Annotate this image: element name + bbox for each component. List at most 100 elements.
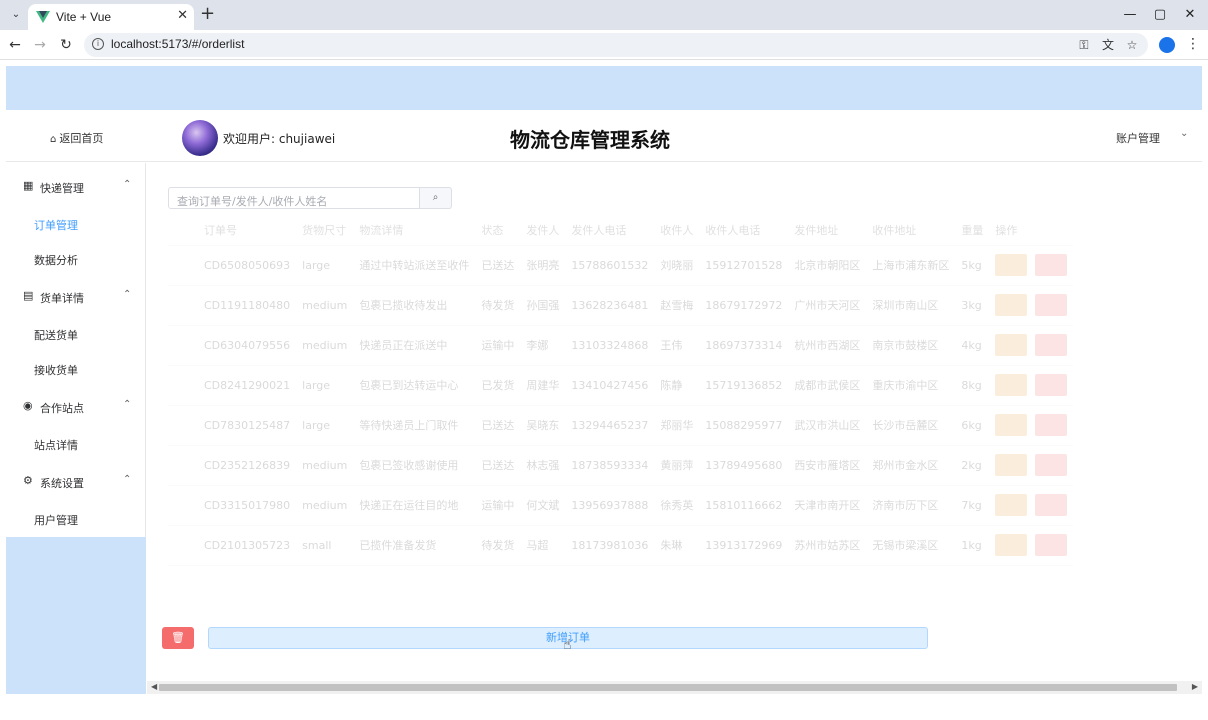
profile-avatar-icon[interactable]	[1159, 37, 1175, 53]
browser-menu-icon[interactable]: ⋮	[1186, 36, 1200, 52]
column-header[interactable]: 收件人	[654, 215, 700, 246]
sidebar: ▦ 快递管理 ⌃ 订单管理 数据分析 ▤ 货单详情 ⌃ 配送货单 接收货单 ◉ …	[6, 163, 146, 694]
scroll-right-icon[interactable]: ▶	[1192, 682, 1198, 691]
edit-button[interactable]	[995, 334, 1028, 356]
delete-button[interactable]	[1035, 414, 1068, 436]
column-header[interactable]: 发件人	[520, 215, 566, 246]
column-header[interactable]: 订单号	[198, 215, 297, 246]
delete-button[interactable]	[1035, 294, 1068, 316]
column-header[interactable]: 发件人电话	[565, 215, 655, 246]
scroll-left-icon[interactable]: ◀	[151, 682, 157, 691]
sidebar-item-analytics[interactable]: 数据分析	[34, 252, 78, 268]
table-row[interactable]: CD1191180480 medium 包裹已揽收待发出 待发货 孙国强 13628236…	[168, 285, 1074, 326]
site-info-icon[interactable]: i	[92, 38, 104, 50]
horizontal-scrollbar[interactable]: ◀ ▶	[147, 681, 1202, 694]
sidebar-item-orders[interactable]: 订单管理	[34, 217, 78, 233]
row-checkbox[interactable]	[168, 285, 198, 326]
table-cell: 周建华	[520, 365, 566, 406]
edit-button[interactable]	[995, 414, 1028, 436]
maximize-button[interactable]: ▢	[1150, 5, 1170, 25]
orders-table: 订单号 货物尺寸 物流详情 状态 发件人 发件人电话 收件人 收件人电话 发件地…	[168, 215, 1202, 611]
home-link[interactable]: ⌂ 返回首页	[50, 130, 103, 146]
delete-button[interactable]	[1035, 454, 1068, 476]
row-checkbox[interactable]	[168, 405, 198, 446]
chevron-up-icon: ⌃	[123, 179, 132, 190]
row-actions	[989, 405, 1074, 446]
sidebar-group-express[interactable]: ▦ 快递管理 ⌃	[6, 169, 146, 205]
table-cell: 15719136852	[699, 365, 789, 406]
url-bar[interactable]: i localhost:5173/#/orderlist ⚿ 文 ☆	[84, 33, 1148, 57]
row-checkbox[interactable]	[168, 245, 198, 286]
tab-close-icon[interactable]: ✕	[177, 8, 188, 23]
avatar[interactable]	[182, 120, 218, 156]
row-checkbox[interactable]	[168, 325, 198, 366]
edit-button[interactable]	[995, 494, 1028, 516]
delete-button[interactable]	[1035, 254, 1068, 276]
bookmark-star-icon[interactable]: ☆	[1124, 37, 1140, 53]
search-button[interactable]: ⌕	[420, 187, 452, 209]
table-cell: 3kg	[955, 285, 990, 326]
table-row[interactable]: CD7830125487 large 等待快递员上门取件 已送达 吴晓东 13294465…	[168, 405, 1074, 446]
browser-tab[interactable]: Vite + Vue ✕	[28, 4, 194, 30]
sidebar-item-users[interactable]: 用户管理	[34, 512, 78, 528]
table-row[interactable]: CD6304079556 medium 快递员正在派送中 运输中 李娜 131033248…	[168, 325, 1074, 366]
translate-icon[interactable]: 文	[1100, 37, 1116, 53]
account-menu[interactable]: 账户管理	[1116, 130, 1160, 146]
delete-button[interactable]	[1035, 494, 1068, 516]
chevron-up-icon: ⌃	[123, 474, 132, 485]
table-cell: medium	[296, 485, 354, 526]
row-checkbox[interactable]	[168, 485, 198, 526]
search-input[interactable]: 查询订单号/发件人/收件人姓名	[168, 187, 420, 209]
table-row[interactable]: CD8241290021 large 包裹已到达转运中心 已发货 周建华 13410427…	[168, 365, 1074, 406]
app-header: ⌂ 返回首页 欢迎用户: chujiawei 物流仓库管理系统 账户管理 ⌄	[6, 110, 1202, 162]
main-content: 查询订单号/发件人/收件人姓名 ⌕ 订单号 货物尺寸 物流详情 状态 发件人 发…	[147, 163, 1202, 694]
edit-button[interactable]	[995, 374, 1028, 396]
column-header[interactable]: 货物尺寸	[296, 215, 354, 246]
delete-button[interactable]	[1035, 374, 1068, 396]
table-cell: 15088295977	[699, 405, 789, 446]
sidebar-group-stations[interactable]: ◉ 合作站点 ⌃	[6, 389, 146, 425]
table-row[interactable]: CD2352126839 medium 包裹已签收感谢使用 已送达 林志强 1873859…	[168, 445, 1074, 486]
column-header[interactable]: 重量	[955, 215, 990, 246]
reload-icon[interactable]: ↻	[57, 36, 75, 54]
table-row[interactable]: CD2101305723 small 已揽件准备发货 待发货 马超 18173981036…	[168, 525, 1074, 566]
close-window-button[interactable]: ✕	[1180, 5, 1200, 25]
column-header[interactable]: 收件地址	[866, 215, 956, 246]
chevron-down-icon[interactable]: ⌄	[1180, 128, 1188, 139]
url-text[interactable]: localhost:5173/#/orderlist	[111, 37, 244, 51]
edit-button[interactable]	[995, 254, 1028, 276]
delete-button[interactable]	[1035, 334, 1068, 356]
column-header[interactable]: 发件地址	[788, 215, 867, 246]
batch-delete-button[interactable]: 🗑	[162, 627, 194, 649]
new-tab-button[interactable]: +	[200, 4, 215, 24]
edit-button[interactable]	[995, 294, 1028, 316]
tab-search-icon[interactable]: ⌄	[8, 7, 24, 23]
table-row[interactable]: CD3315017980 medium 快递正在运往目的地 运输中 何文斌 1395693…	[168, 485, 1074, 526]
sidebar-group-settings[interactable]: ⚙ 系统设置 ⌃	[6, 464, 146, 500]
column-header[interactable]: 状态	[475, 215, 521, 246]
table-cell: 徐秀英	[654, 485, 700, 526]
select-all-checkbox[interactable]	[168, 215, 198, 246]
search-icon: ⌕	[432, 192, 439, 203]
sidebar-group-label: 系统设置	[40, 477, 84, 490]
row-checkbox[interactable]	[168, 365, 198, 406]
forward-arrow-icon[interactable]: →	[31, 36, 49, 54]
edit-button[interactable]	[995, 454, 1028, 476]
column-header[interactable]: 物流详情	[353, 215, 476, 246]
row-checkbox[interactable]	[168, 445, 198, 486]
edit-button[interactable]	[995, 534, 1028, 556]
sidebar-item-delivery[interactable]: 配送货单	[34, 327, 78, 343]
sidebar-item-station-details[interactable]: 站点详情	[34, 437, 78, 453]
delete-button[interactable]	[1035, 534, 1068, 556]
back-arrow-icon[interactable]: ←	[6, 36, 24, 54]
minimize-button[interactable]: —	[1120, 5, 1140, 25]
table-cell: 上海市浦东新区	[866, 245, 956, 286]
key-icon[interactable]: ⚿	[1076, 37, 1092, 53]
row-checkbox[interactable]	[168, 525, 198, 566]
column-header[interactable]: 收件人电话	[699, 215, 789, 246]
table-row[interactable]: CD6508050693 large 通过中转站派送至收件 已送达 张明亮 1578860…	[168, 245, 1074, 286]
scrollbar-thumb[interactable]	[159, 684, 1177, 691]
table-cell: 刘晓丽	[654, 245, 700, 286]
sidebar-item-receiving[interactable]: 接收货单	[34, 362, 78, 378]
sidebar-group-waybills[interactable]: ▤ 货单详情 ⌃	[6, 279, 146, 315]
